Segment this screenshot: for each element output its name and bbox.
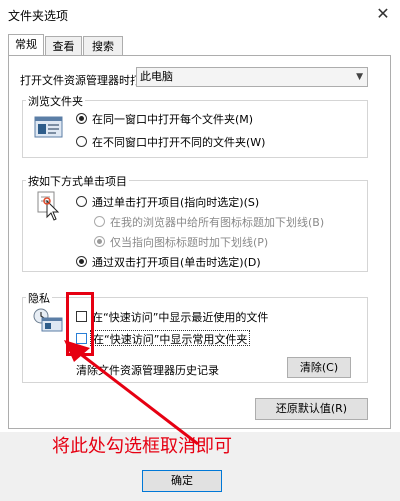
cursor-click-icon: [36, 191, 62, 221]
window-folders-icon: [34, 115, 64, 139]
tab-general-label: 常规: [15, 38, 37, 51]
underline-all-radio[interactable]: [94, 216, 105, 227]
clear-button[interactable]: 清除(C): [287, 357, 351, 378]
browse-new-window-label[interactable]: 在不同窗口中打开不同的文件夹(W): [92, 134, 265, 150]
single-click-label[interactable]: 通过单击打开项目(指向时选定)(S): [92, 194, 259, 210]
restore-defaults-button[interactable]: 还原默认值(R): [255, 398, 368, 420]
recent-files-label[interactable]: 在“快速访问”中显示最近使用的文件: [92, 309, 268, 325]
browse-same-window-radio[interactable]: [76, 113, 87, 124]
window-title: 文件夹选项: [8, 9, 69, 23]
tab-view[interactable]: 查看: [45, 36, 82, 55]
tab-strip: 常规 查看 搜索: [8, 34, 128, 56]
underline-point-label[interactable]: 仅当指向图标标题时加下划线(P): [110, 234, 268, 250]
underline-point-radio[interactable]: [94, 236, 105, 247]
open-explorer-value: 此电脑: [140, 70, 173, 83]
annotation-text: 将此处勾选框取消即可: [52, 436, 232, 457]
ok-button[interactable]: 确定: [142, 470, 222, 492]
browse-folders-title: 浏览文件夹: [26, 93, 85, 109]
browse-same-window-label[interactable]: 在同一窗口中打开每个文件夹(M): [92, 111, 253, 127]
tab-general[interactable]: 常规: [8, 34, 44, 55]
open-explorer-label: 打开文件资源管理器时打: [20, 74, 141, 87]
tab-view-label: 查看: [52, 40, 75, 53]
chevron-down-icon: ▼: [356, 72, 363, 82]
privacy-title: 隐私: [26, 290, 52, 306]
tab-search-label: 搜索: [92, 40, 114, 53]
single-click-radio[interactable]: [76, 196, 87, 207]
open-explorer-select[interactable]: 此电脑 ▼: [136, 67, 368, 87]
tab-search[interactable]: 搜索: [83, 36, 123, 55]
double-click-label[interactable]: 通过双击打开项目(单击时选定)(D): [92, 254, 261, 270]
double-click-radio[interactable]: [76, 256, 87, 267]
close-icon[interactable]: ✕: [372, 3, 394, 25]
click-items-title: 按如下方式单击项目: [26, 173, 129, 189]
browse-new-window-radio[interactable]: [76, 136, 87, 147]
privacy-clock-icon: [32, 307, 64, 333]
underline-all-label[interactable]: 在我的浏览器中给所有图标标题加下划线(B): [110, 214, 324, 230]
